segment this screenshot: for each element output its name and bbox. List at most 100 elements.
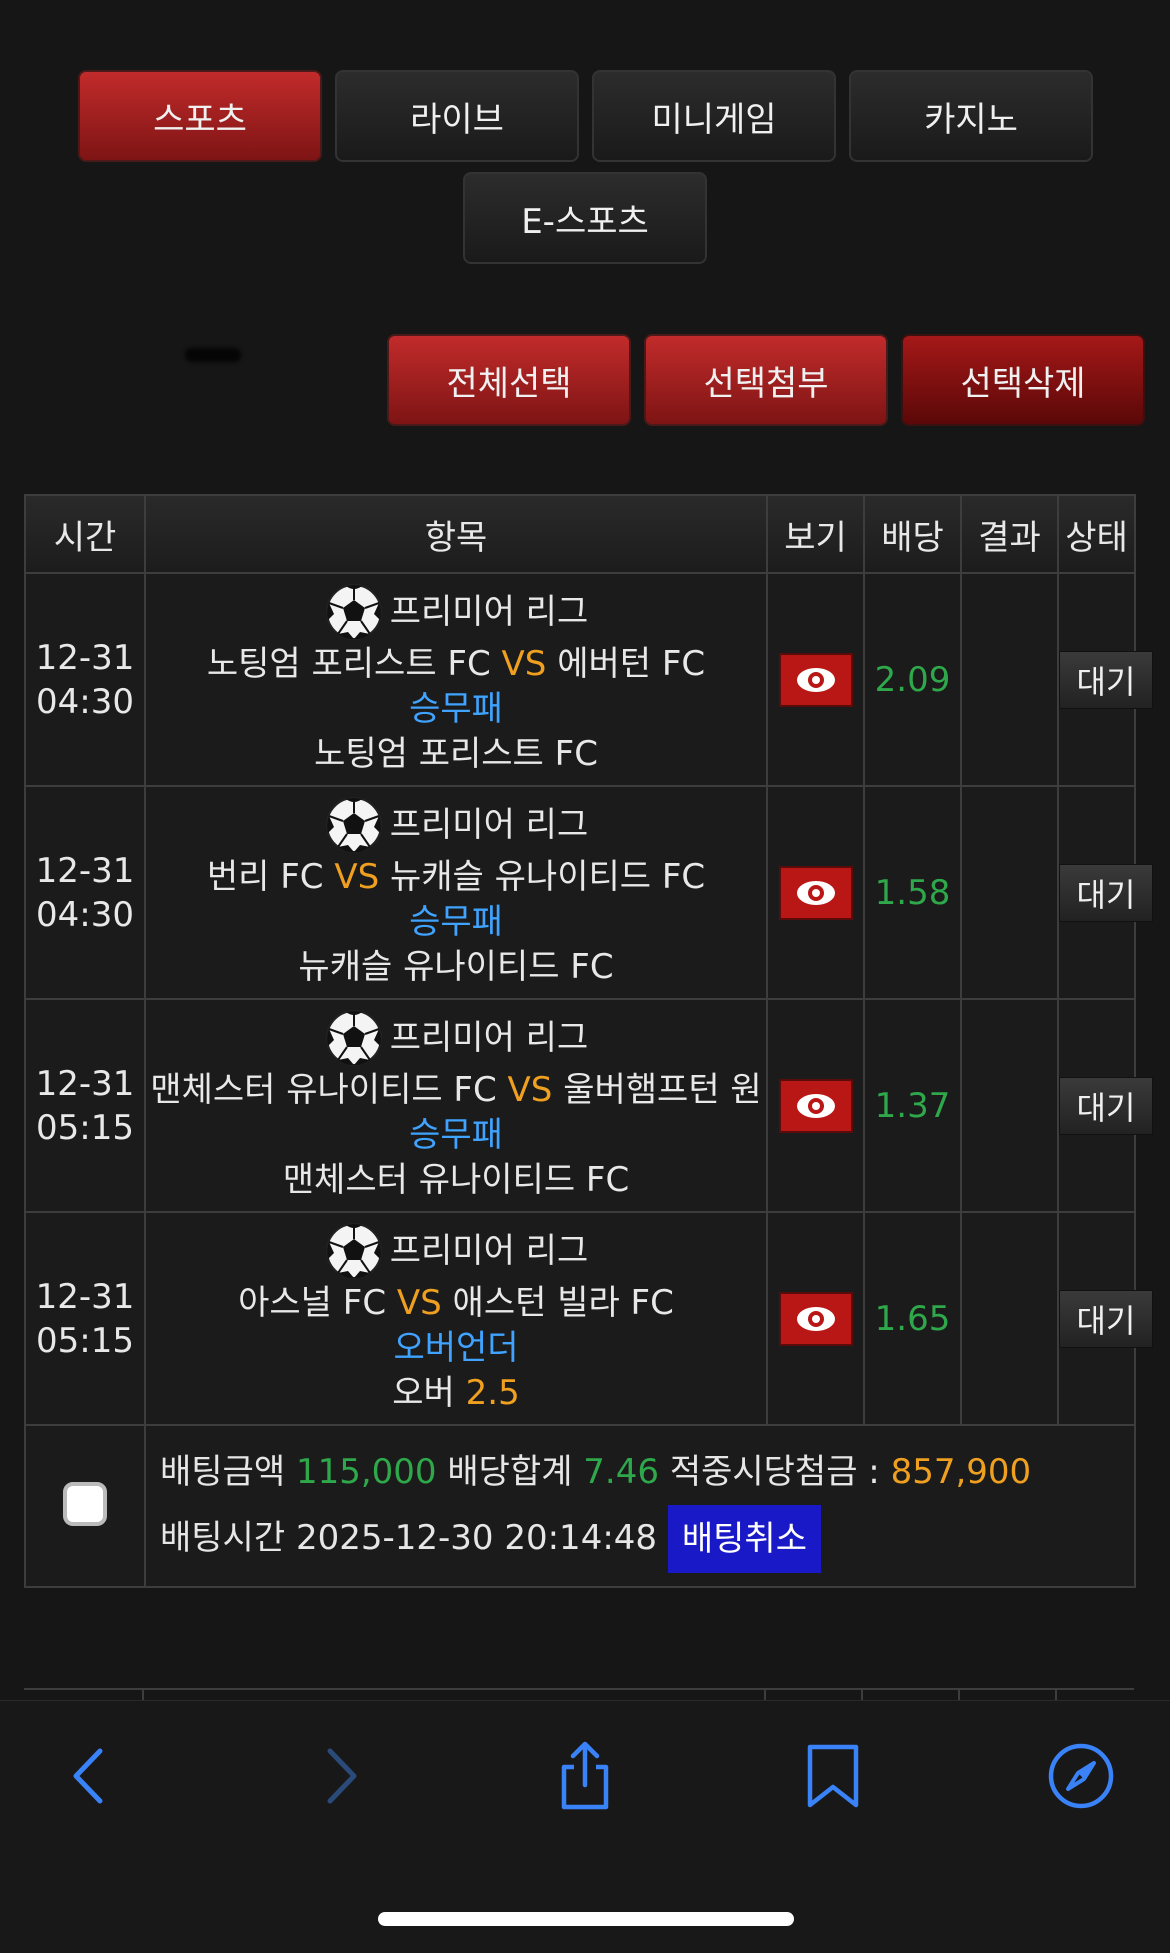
cancel-bet-button[interactable]: 배팅취소 [667,1505,821,1574]
market-type: 승무패 [409,902,503,942]
league-line: 프리미어 리그 [324,582,589,642]
pick-name: 오버 [392,1373,455,1413]
pick-line: 뉴캐슬 유나이티드 FC [147,945,765,990]
select-all-button[interactable]: 전체선택 [387,334,631,426]
status-badge: 대기 [1059,1076,1153,1135]
attach-selected-button[interactable]: 선택첨부 [644,334,888,426]
view-cell [766,785,865,1000]
header-item: 항목 [144,494,768,574]
status-cell: 대기 [1057,998,1153,1213]
pick-name: 뉴캐슬 유나이티드 FC [298,947,614,987]
share-icon[interactable] [550,1741,620,1811]
soccer-ball-icon [324,582,384,642]
league-line: 프리미어 리그 [324,1221,589,1281]
match-datetime: 12-31 04:30 [24,785,146,1000]
table-header: 시간 항목 보기 배당 결과 상태 [24,494,1136,574]
match-time: 05:15 [36,1320,134,1361]
pick-line: 노팅엄 포리스트 FC [147,732,765,777]
compass-icon[interactable] [1046,1741,1116,1811]
league-name: 프리미어 리그 [389,804,589,845]
back-icon[interactable] [56,1741,126,1811]
pick-value: 2.5 [465,1373,520,1413]
home-team: 번리 FC [206,857,324,897]
odds-value: 1.58 [863,785,962,1000]
pick-name: 노팅엄 포리스트 FC [314,734,598,774]
bookmarks-icon[interactable] [798,1741,868,1811]
tab-sports[interactable]: 스포츠 [78,70,322,162]
tab-live[interactable]: 라이브 [335,70,579,162]
summary-line-2: 배팅시간 2025-12-30 20:14:48 배팅취소 [160,1505,1134,1574]
result-value [960,785,1059,1000]
total-odds-value: 7.46 [583,1451,659,1492]
status-cell: 대기 [1057,1211,1153,1426]
header-result: 결과 [960,494,1059,574]
table-row: 12-31 04:30 프리미어 리그 노팅엄 포리스트 FC VS 에버턴 FC 승무… [24,572,1153,787]
odds-value: 2.09 [863,572,962,787]
league-name: 프리미어 리그 [389,1017,589,1058]
pick-line: 맨체스터 유나이티드 FC [147,1158,765,1203]
delete-selected-button[interactable]: 선택삭제 [901,334,1145,426]
tab-minigame[interactable]: 미니게임 [592,70,836,162]
bet-history-table: 시간 항목 보기 배당 결과 상태 12-31 04:30 프리미어 리그 노팅엄 포… [24,494,1153,1588]
table-row: 12-31 05:15 프리미어 리그 아스널 FC VS 애스턴 빌라 FC 오버언더… [24,1211,1153,1426]
teams-line: 맨체스터 유나이티드 FC VS 울버햄프턴 원 [147,1068,765,1113]
bet-time-value: 2025-12-30 20:14:48 [295,1517,658,1558]
pick-name: 맨체스터 유나이티드 FC [282,1160,630,1200]
view-eye-icon[interactable] [778,652,853,707]
bet-summary-row: 배팅금액 115,000 배당합계 7.46 적중시당첨금 : 857,900 … [24,1424,1136,1588]
match-datetime: 12-31 04:30 [24,572,146,787]
league-line: 프리미어 리그 [324,1008,589,1068]
bet-amount-label: 배팅금액 [160,1451,286,1492]
pick-line: 오버 2.5 [147,1371,765,1416]
status-cell: 대기 [1057,785,1153,1000]
bet-select-checkbox[interactable] [63,1482,107,1526]
header-view: 보기 [766,494,865,574]
match-time: 04:30 [36,894,134,935]
table-row: 12-31 05:15 프리미어 리그 맨체스터 유나이티드 FC VS 울버햄프턴 … [24,998,1153,1213]
away-team: 애스턴 빌라 FC [452,1283,674,1323]
view-eye-icon[interactable] [778,1291,853,1346]
match-item: 프리미어 리그 아스널 FC VS 애스턴 빌라 FC 오버언더 오버 2.5 [144,1211,768,1426]
soccer-ball-icon [324,1008,384,1068]
match-date: 12-31 [35,637,135,678]
summary-checkbox-cell [24,1424,146,1588]
view-cell [766,1211,865,1426]
home-team: 아스널 FC [238,1283,387,1323]
league-name: 프리미어 리그 [389,1230,589,1271]
payout-label: 적중시당첨금 : [669,1451,880,1492]
view-eye-icon[interactable] [778,865,853,920]
match-date: 12-31 [35,1276,135,1317]
market-type: 승무패 [409,1115,503,1155]
tab-esports[interactable]: E-스포츠 [463,172,707,264]
tab-casino[interactable]: 카지노 [849,70,1093,162]
summary-line-1: 배팅금액 115,000 배당합계 7.46 적중시당첨금 : 857,900 [160,1439,1134,1505]
vs-label: VS [396,1283,442,1323]
away-team: 뉴캐슬 유나이티드 FC [389,857,706,897]
match-item: 프리미어 리그맨체스터 유나이티드 FC VS 울버햄프턴 원 승무패맨체스터 유… [144,998,768,1213]
summary-info: 배팅금액 115,000 배당합계 7.46 적중시당첨금 : 857,900 … [144,1424,1136,1588]
match-date: 12-31 [35,850,135,891]
status-badge: 대기 [1059,1289,1153,1348]
league-name: 프리미어 리그 [389,591,589,632]
status-badge: 대기 [1059,650,1153,709]
match-date: 12-31 [35,1063,135,1104]
header-status: 상태 [1057,494,1136,574]
soccer-ball-icon [324,795,384,855]
market-type: 오버언더 [393,1328,519,1368]
away-team: 울버햄프턴 원 [563,1070,762,1110]
vs-label: VS [334,857,380,897]
match-time: 04:30 [36,681,134,722]
forward-icon[interactable] [304,1741,374,1811]
view-eye-icon[interactable] [778,1078,853,1133]
match-time: 05:15 [36,1107,134,1148]
league-line: 프리미어 리그 [324,795,589,855]
result-value [960,572,1059,787]
market-type: 승무패 [409,689,503,729]
status-badge: 대기 [1059,863,1153,922]
home-indicator [378,1912,794,1926]
odds-value: 1.37 [863,998,962,1213]
status-cell: 대기 [1057,572,1153,787]
away-team: 에버턴 FC [557,644,706,684]
smudge-mark [185,348,241,362]
table-row: 12-31 04:30 프리미어 리그번리 FC VS 뉴캐슬 유나이티드 FC 승무… [24,785,1153,1000]
